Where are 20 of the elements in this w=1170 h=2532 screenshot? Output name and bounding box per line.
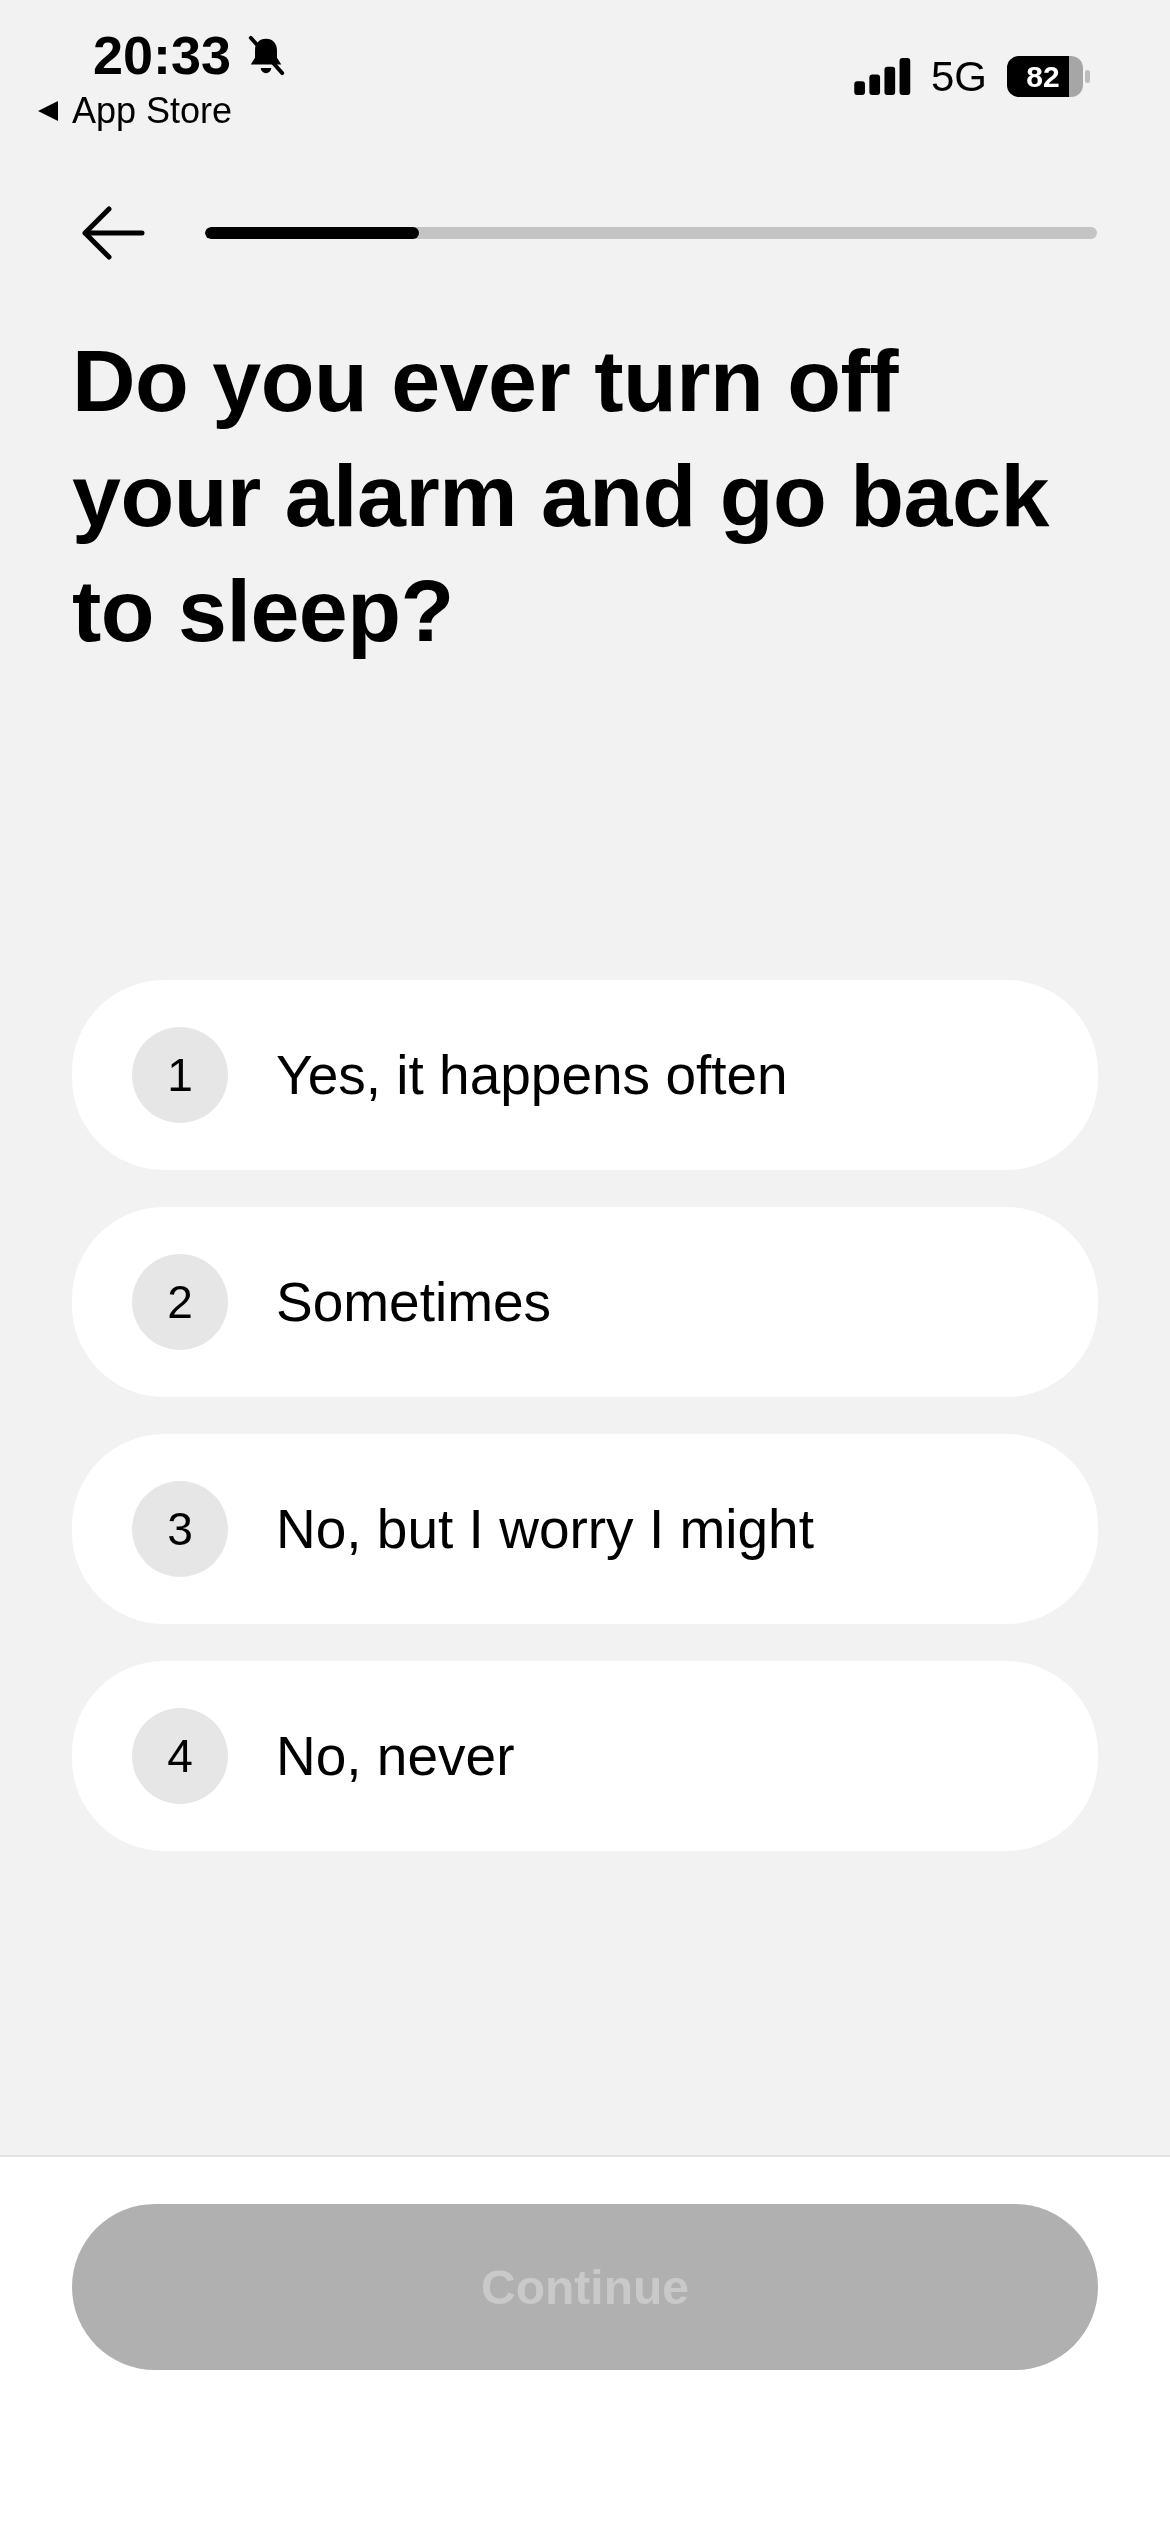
- option-number: 4: [132, 1708, 228, 1804]
- back-arrow-icon[interactable]: [80, 205, 146, 261]
- option-label: No, but I worry I might: [276, 1497, 814, 1561]
- option-label: Yes, it happens often: [276, 1043, 788, 1107]
- network-label: 5G: [930, 56, 987, 97]
- back-to-app-link[interactable]: App Store: [38, 93, 288, 129]
- signal-bars-icon: [853, 58, 911, 95]
- battery-indicator: 82: [1007, 56, 1091, 97]
- answer-option[interactable]: 3 No, but I worry I might: [72, 1434, 1098, 1624]
- answer-option[interactable]: 4 No, never: [72, 1661, 1098, 1851]
- status-time: 20:33: [93, 28, 232, 82]
- question-title: Do you ever turn off your alarm and go back to sleep?: [72, 330, 1050, 662]
- option-number: 3: [132, 1481, 228, 1577]
- option-number: 2: [132, 1254, 228, 1350]
- answer-option[interactable]: 2 Sometimes: [72, 1207, 1098, 1397]
- option-label: Sometimes: [276, 1270, 552, 1334]
- answer-option[interactable]: 1 Yes, it happens often: [72, 980, 1098, 1170]
- left-triangle-icon: [38, 101, 58, 121]
- option-number: 1: [132, 1027, 228, 1123]
- option-label: No, never: [276, 1724, 515, 1788]
